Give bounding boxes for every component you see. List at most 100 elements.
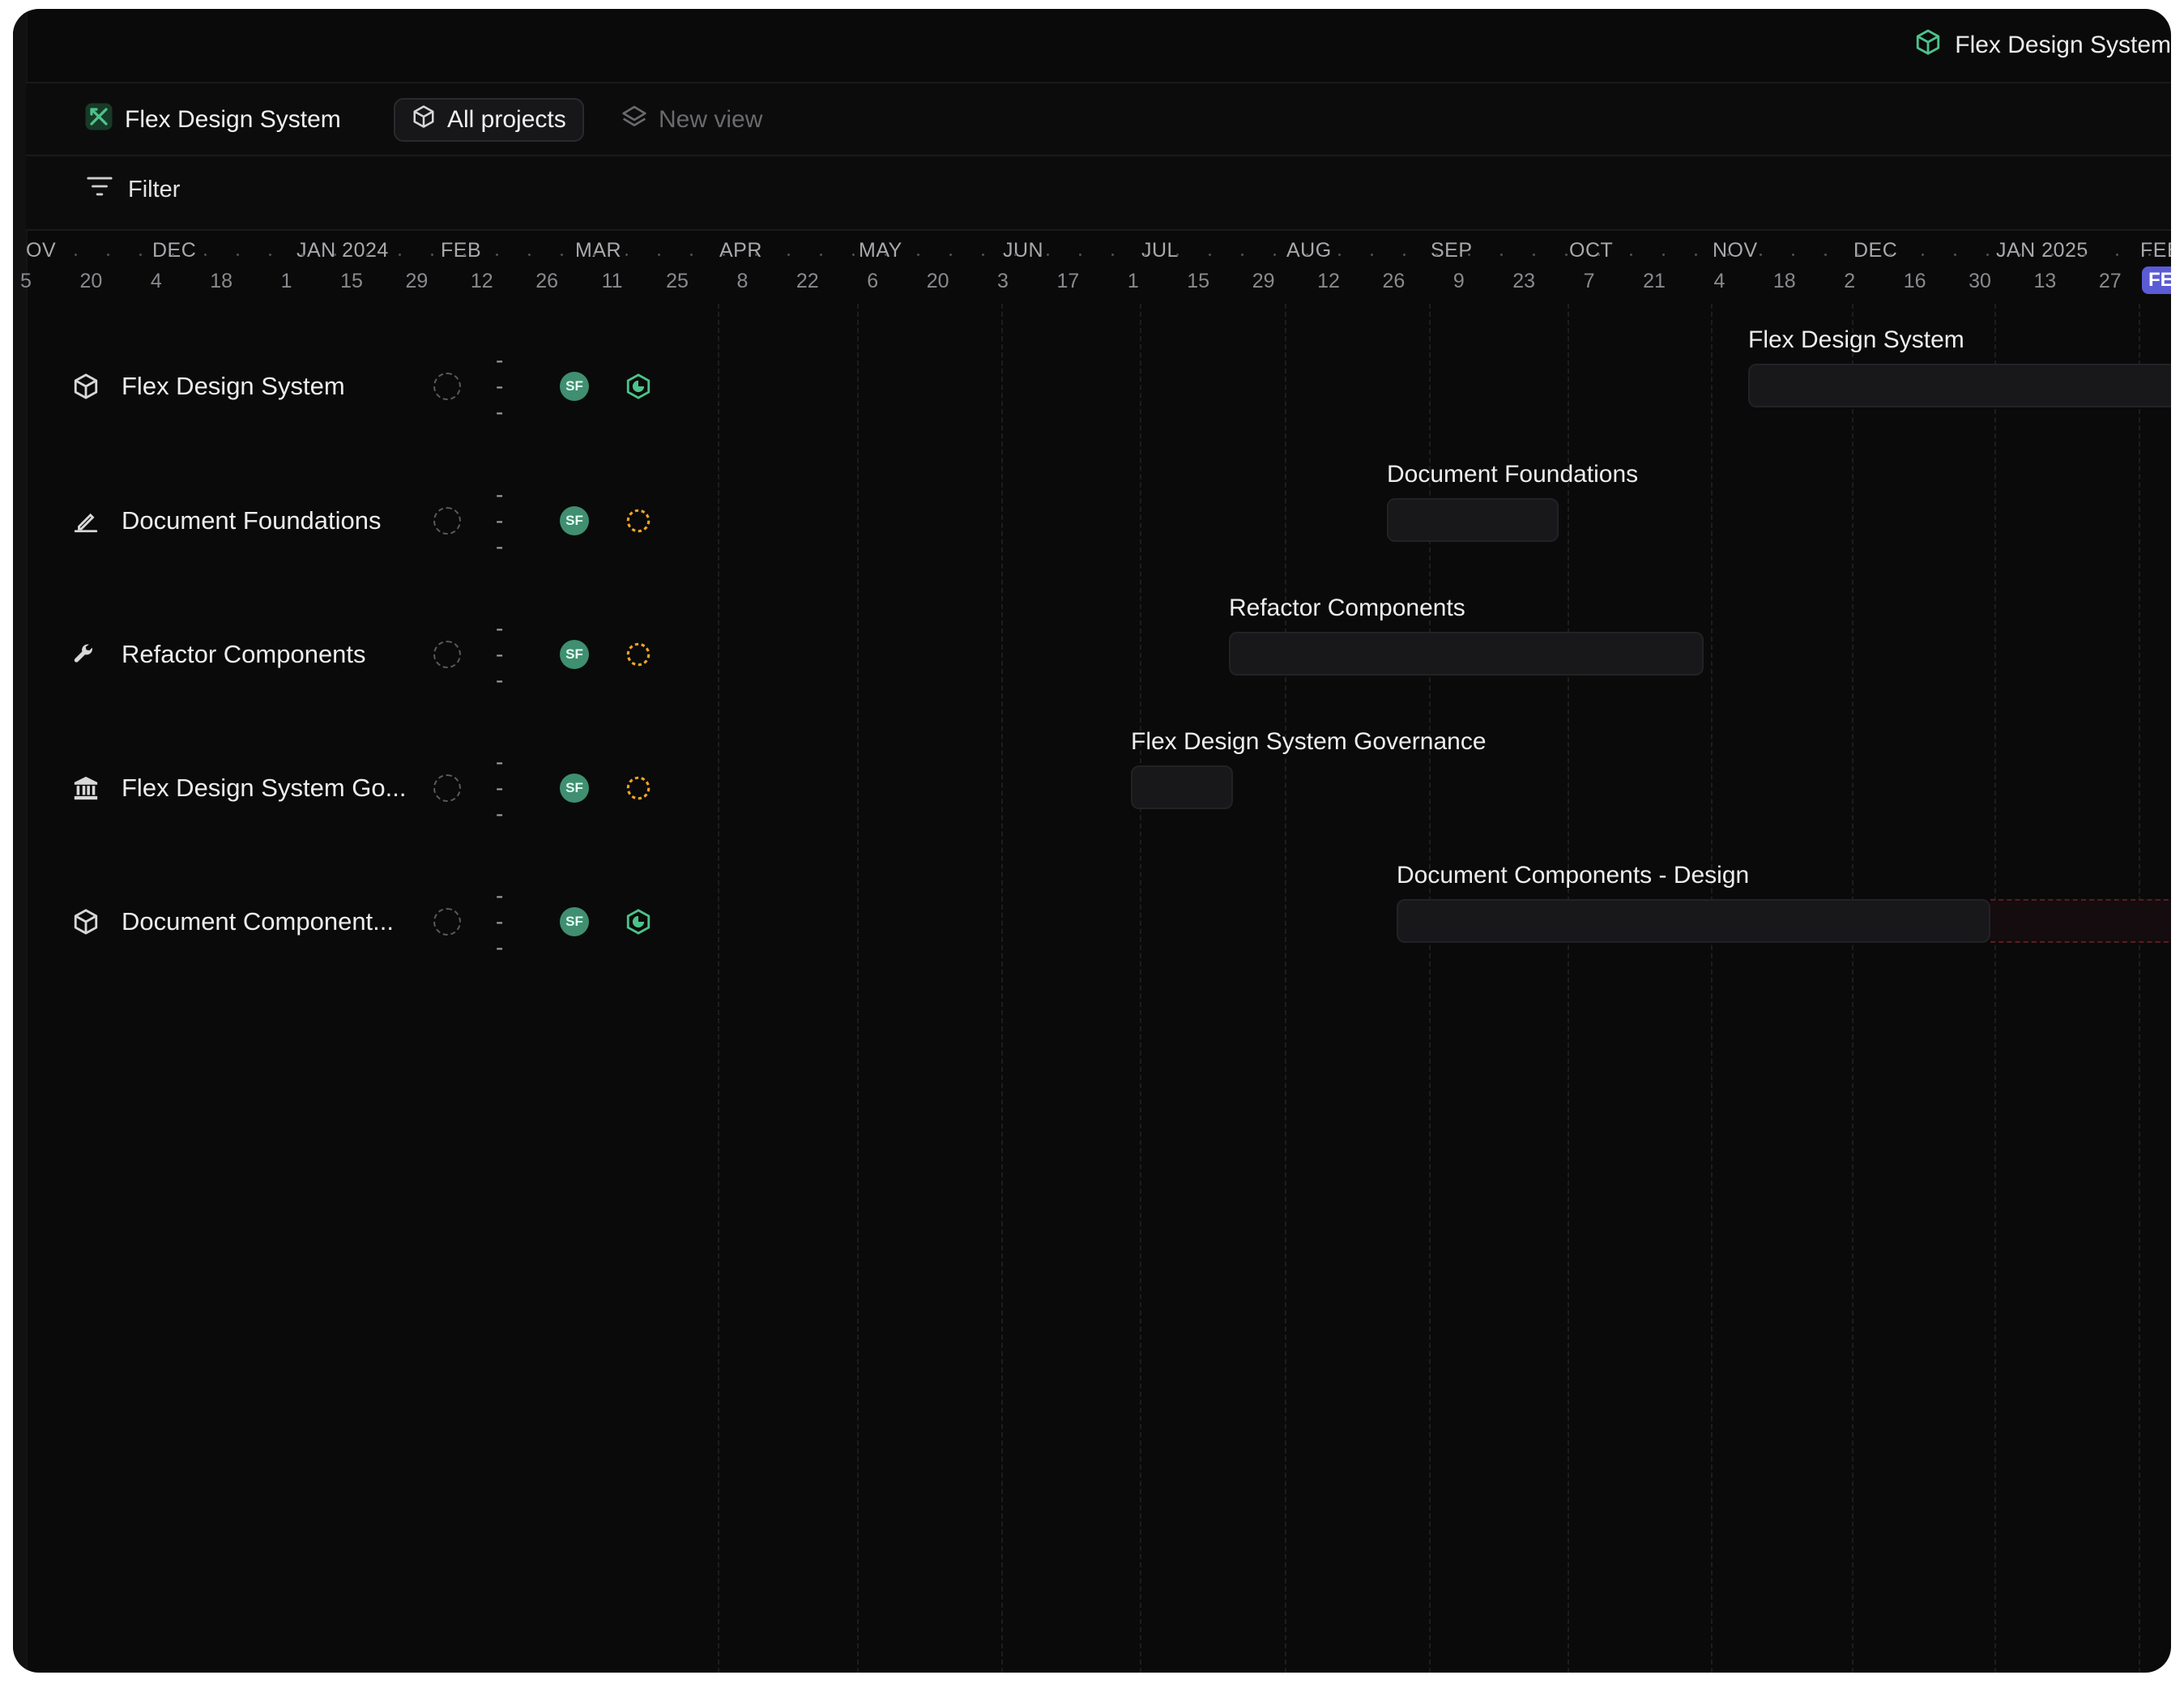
month-gridline: [1001, 304, 1003, 1673]
timeline-day-label: 18: [1772, 270, 1796, 292]
timeline-month-label: JAN 2024: [296, 239, 389, 262]
bank-icon: [70, 772, 102, 804]
gantt-bar-label: Flex Design System Governance: [1131, 728, 1487, 755]
pending-icon[interactable]: [624, 774, 653, 803]
week-tick: [1435, 254, 1438, 256]
status-backlog-icon[interactable]: [433, 774, 461, 802]
week-tick: [2116, 254, 2118, 256]
timeline-month-label: NOV: [1713, 239, 1758, 262]
gantt-bar[interactable]: [1748, 364, 2171, 407]
week-tick: [172, 254, 174, 256]
timeline-month-label: APR: [719, 239, 762, 262]
week-tick: [723, 254, 725, 256]
week-tick: [820, 254, 822, 256]
timeline-month-label: MAY: [859, 239, 902, 262]
project-row[interactable]: Refactor Components --- SF: [70, 616, 651, 693]
project-row[interactable]: Document Foundations --- SF: [70, 482, 651, 559]
status-backlog-icon[interactable]: [433, 373, 461, 400]
filter-button[interactable]: Filter: [86, 174, 180, 205]
timeline-day-label: 3: [997, 270, 1009, 292]
timeline-month-label: SEP: [1431, 239, 1473, 262]
project-row[interactable]: Document Component... --- SF: [70, 883, 651, 960]
pending-icon[interactable]: [624, 506, 653, 535]
week-tick: [1079, 254, 1081, 256]
timeline-day-label: 29: [1252, 270, 1275, 292]
tab-new-view-label: New view: [659, 106, 763, 133]
week-tick: [755, 254, 757, 256]
on-track-icon[interactable]: [624, 907, 653, 936]
week-tick: [1630, 254, 1632, 256]
week-tick: [1695, 254, 1697, 256]
timeline-month-label: JUN: [1003, 239, 1044, 262]
status-backlog-icon[interactable]: [433, 507, 461, 535]
pending-icon[interactable]: [624, 640, 653, 669]
week-tick: [787, 254, 790, 256]
lead-avatar[interactable]: SF: [560, 372, 589, 401]
week-tick: [561, 254, 563, 256]
priority-none-icon[interactable]: ---: [496, 883, 504, 961]
month-gridline: [1711, 304, 1713, 1673]
week-tick: [1565, 254, 1568, 256]
timeline-day-label: 15: [340, 270, 363, 292]
status-backlog-icon[interactable]: [433, 641, 461, 668]
workspace-switcher[interactable]: Flex Design System: [1914, 28, 2171, 62]
timeline-day-label: 1: [280, 270, 292, 292]
project-row[interactable]: Flex Design System Go... --- SF: [70, 749, 651, 826]
timeline-day-label: 12: [470, 270, 493, 292]
lead-avatar[interactable]: SF: [560, 774, 589, 803]
filter-icon: [86, 174, 113, 205]
gantt-bar[interactable]: [1387, 498, 1559, 542]
timeline-day-label: 12: [1317, 270, 1340, 292]
gantt-bar[interactable]: [1397, 899, 1990, 943]
timeline-day-label: 23: [1512, 270, 1536, 292]
tab-new-view[interactable]: New view: [621, 98, 762, 142]
view-tabs: Flex Design System All projects New view: [26, 83, 2171, 156]
lead-avatar[interactable]: SF: [560, 640, 589, 669]
gantt-bar[interactable]: [1229, 632, 1704, 676]
gantt-bar[interactable]: [1131, 765, 1233, 809]
week-tick: [1662, 254, 1665, 256]
timeline-day-label: 8: [736, 270, 749, 292]
timeline-month-label: OCT: [1569, 239, 1614, 262]
wrench-icon: [70, 638, 102, 671]
week-tick: [269, 254, 271, 256]
timeline-month-label: DEC: [152, 239, 197, 262]
month-gridline: [1994, 304, 1996, 1673]
gantt-bar-label: Flex Design System: [1748, 326, 1964, 353]
week-tick: [885, 254, 887, 256]
priority-none-icon[interactable]: ---: [496, 482, 504, 560]
tab-project[interactable]: Flex Design System: [84, 98, 341, 142]
timeline-day-label: 4: [1713, 270, 1725, 292]
week-tick: [1306, 254, 1308, 256]
month-gridline: [718, 304, 719, 1673]
week-tick: [1014, 254, 1017, 256]
workspace-name: Flex Design System: [1955, 32, 2171, 58]
week-tick: [1792, 254, 1794, 256]
timeline-day-label: 2: [1844, 270, 1856, 292]
week-tick: [1111, 254, 1114, 256]
timeline-day-label: 13: [2033, 270, 2057, 292]
priority-none-icon[interactable]: ---: [496, 347, 504, 425]
top-bar: Flex Design System: [26, 9, 2171, 83]
week-tick: [301, 254, 304, 256]
lead-avatar[interactable]: SF: [560, 907, 589, 936]
gantt-bar-label: Refactor Components: [1229, 595, 1465, 621]
timeline-month-label: MAR: [575, 239, 622, 262]
cube-icon: [70, 906, 102, 938]
timeline-month-label: FEB: [2140, 239, 2171, 262]
status-backlog-icon[interactable]: [433, 908, 461, 936]
lead-avatar[interactable]: SF: [560, 506, 589, 535]
week-tick: [625, 254, 628, 256]
month-gridline: [1852, 304, 1853, 1673]
week-tick: [1209, 254, 1211, 256]
week-tick: [107, 254, 109, 256]
week-tick: [1468, 254, 1470, 256]
priority-none-icon[interactable]: ---: [496, 616, 504, 693]
project-row[interactable]: Flex Design System --- SF: [70, 347, 651, 424]
tab-all-projects[interactable]: All projects: [394, 98, 584, 142]
filter-label: Filter: [128, 176, 181, 202]
on-track-icon[interactable]: [624, 372, 653, 401]
week-tick: [496, 254, 498, 256]
week-tick: [1889, 254, 1892, 256]
priority-none-icon[interactable]: ---: [496, 749, 504, 827]
